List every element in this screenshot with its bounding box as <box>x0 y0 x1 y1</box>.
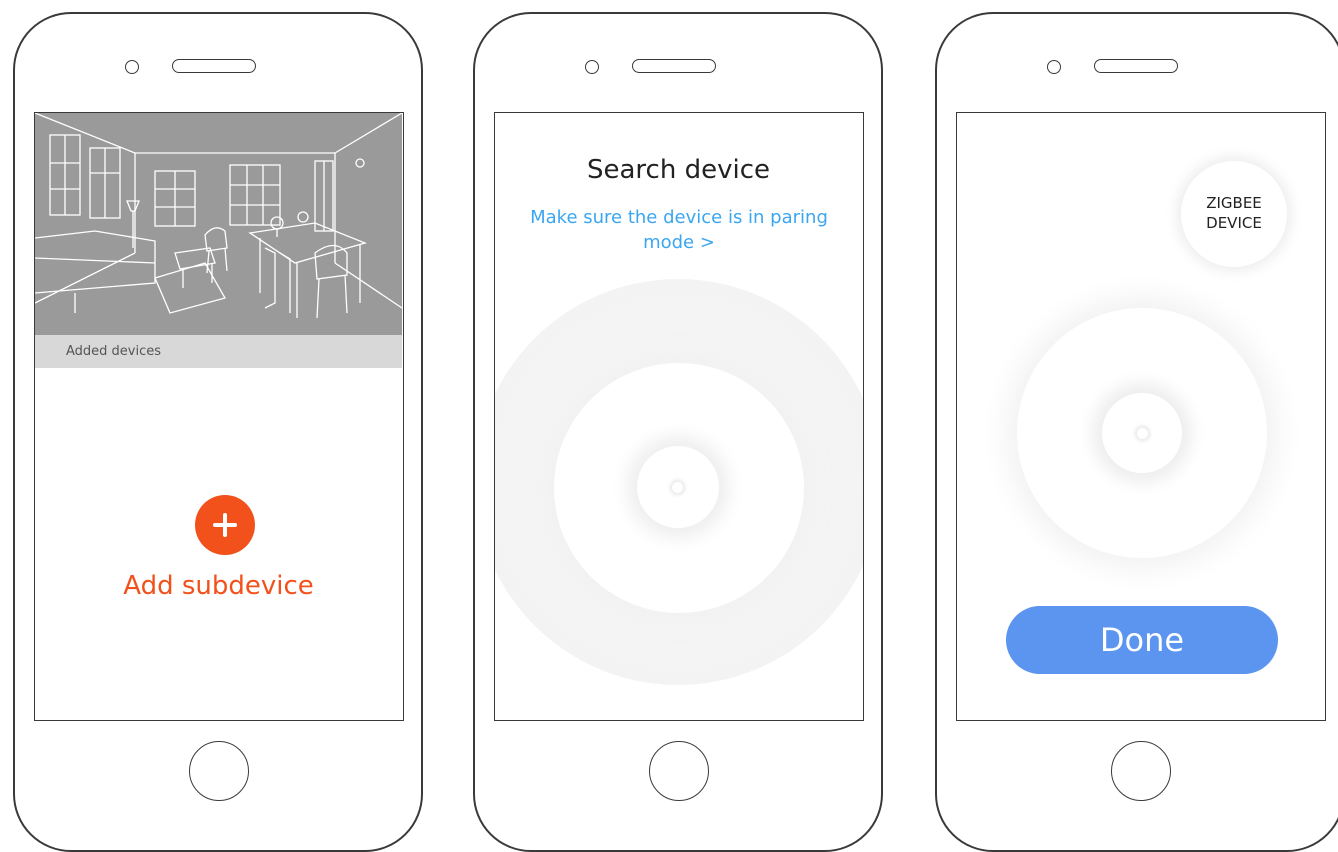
screen-device-found: ZIGBEE DEVICE Done <box>956 112 1326 721</box>
home-button[interactable] <box>189 741 249 801</box>
phone-device-found: ZIGBEE DEVICE Done <box>935 12 1338 852</box>
home-button[interactable] <box>1111 741 1171 801</box>
room-sketch <box>35 113 402 319</box>
front-camera <box>585 60 599 74</box>
added-devices-header: Added devices <box>35 335 402 368</box>
home-button[interactable] <box>649 741 709 801</box>
phone-search-device: Search device Make sure the device is in… <box>473 12 883 852</box>
front-camera <box>1047 60 1061 74</box>
device-label-line1: ZIGBEE <box>1206 194 1262 212</box>
earpiece-speaker <box>1094 59 1178 73</box>
room-illustration <box>35 113 402 335</box>
pairing-mode-link[interactable]: Make sure the device is in paring mode > <box>519 205 839 255</box>
radar-center-dot <box>1137 428 1148 439</box>
search-title: Search device <box>587 155 770 185</box>
earpiece-speaker <box>172 59 256 73</box>
earpiece-speaker <box>632 59 716 73</box>
radar-center-dot <box>672 482 683 493</box>
phone-add-subdevice: Added devices Add subdevice <box>13 12 423 852</box>
front-camera <box>125 60 139 74</box>
add-subdevice-link[interactable]: Add subdevice <box>35 571 402 601</box>
plus-circle-icon[interactable] <box>195 495 255 555</box>
done-button[interactable]: Done <box>1006 606 1278 674</box>
screen-add-subdevice: Added devices Add subdevice <box>34 112 404 721</box>
screen-search-device: Search device Make sure the device is in… <box>494 112 864 721</box>
device-label-line2: DEVICE <box>1206 214 1262 232</box>
zigbee-device-bubble[interactable]: ZIGBEE DEVICE <box>1181 161 1287 267</box>
